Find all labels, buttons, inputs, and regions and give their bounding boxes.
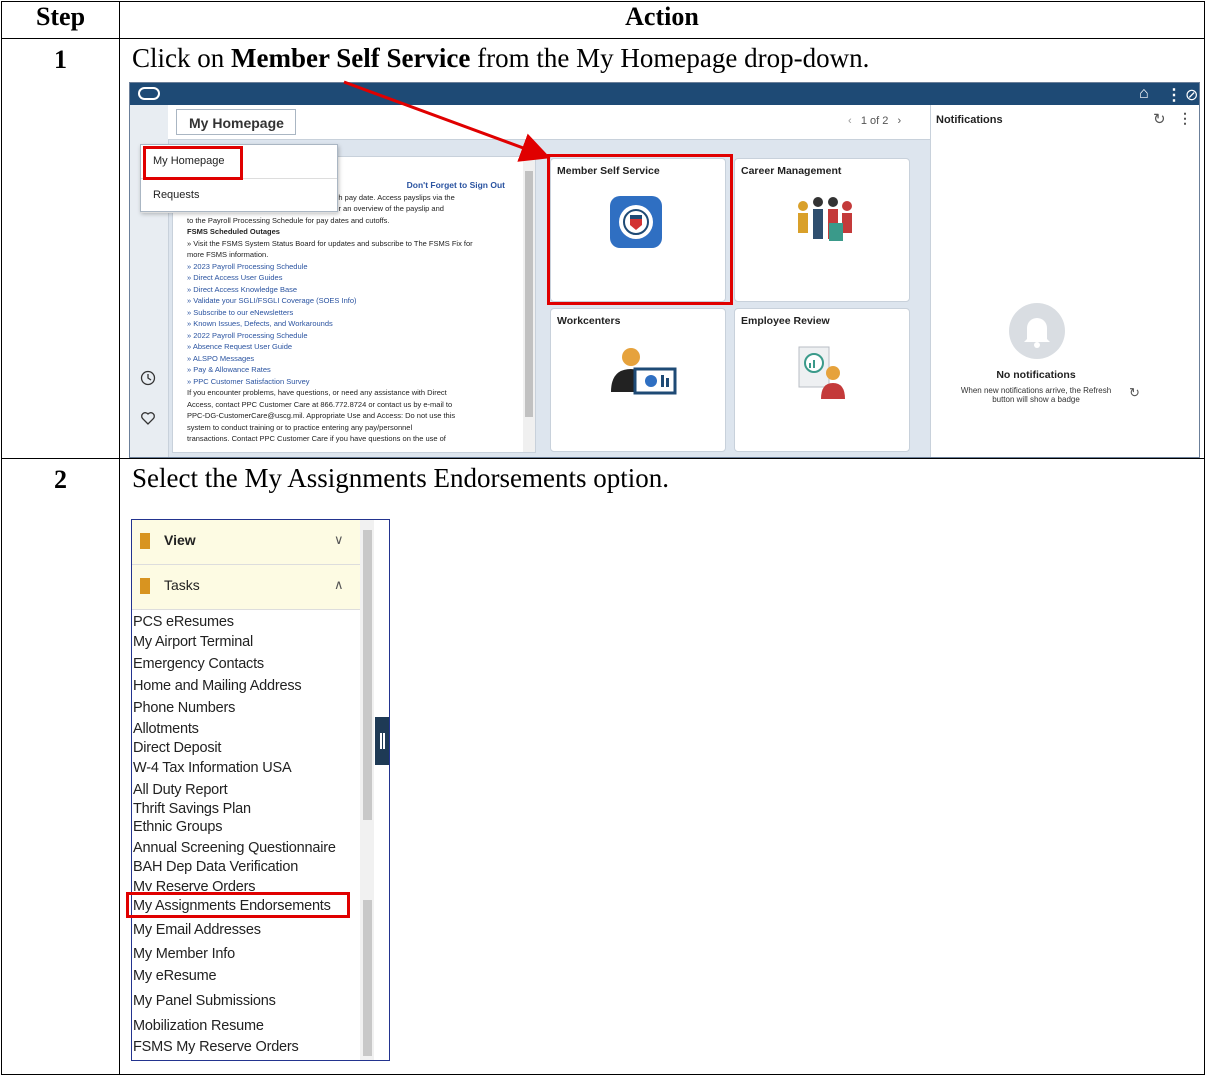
tasks-scrollbar[interactable] (360, 520, 374, 1060)
chevron-down-icon: ∨ (334, 532, 344, 547)
section-tasks[interactable]: Tasks ∧ (132, 565, 360, 610)
collapse-handle[interactable] (375, 717, 389, 765)
task-link[interactable]: My Airport Terminal (133, 634, 253, 650)
highlight-box (126, 892, 350, 918)
task-link[interactable]: Annual Screening Questionnaire (133, 840, 336, 856)
task-link[interactable]: My Email Addresses (133, 922, 261, 938)
folder-icon (140, 533, 150, 549)
task-link[interactable]: Mobilization Resume (133, 1018, 264, 1034)
task-link[interactable]: Phone Numbers (133, 700, 235, 716)
scroll-thumb[interactable] (363, 530, 372, 820)
task-link[interactable]: BAH Dep Data Verification (133, 859, 298, 875)
scroll-thumb[interactable] (363, 900, 372, 1056)
section-label: View (164, 532, 196, 548)
task-link[interactable]: Ethnic Groups (133, 819, 222, 835)
task-link[interactable]: My eResume (133, 968, 217, 984)
tasks-menu-screenshot: View ∨ Tasks ∧ PCS eResumes My Airport T… (131, 519, 390, 1061)
chevron-up-icon: ∧ (334, 577, 344, 592)
section-label: Tasks (164, 577, 200, 593)
task-link[interactable]: Direct Deposit (133, 740, 221, 756)
section-view[interactable]: View ∨ (132, 520, 360, 565)
task-link[interactable]: All Duty Report (133, 782, 228, 798)
dropdown-item-requests[interactable]: Requests (141, 179, 337, 213)
task-link[interactable]: PCS eResumes (133, 614, 234, 630)
task-link[interactable]: My Member Info (133, 946, 235, 962)
task-link[interactable]: FSMS My Reserve Orders (133, 1039, 299, 1055)
task-link[interactable]: Thrift Savings Plan (133, 801, 251, 817)
folder-icon (140, 578, 150, 594)
task-link[interactable]: My Reserve Orders (133, 879, 255, 891)
task-link[interactable]: Home and Mailing Address (133, 678, 302, 694)
task-link[interactable]: W-4 Tax Information USA (133, 760, 292, 776)
annotation-arrow (343, 80, 551, 162)
task-link[interactable]: My Panel Submissions (133, 993, 276, 1009)
task-link[interactable]: Emergency Contacts (133, 656, 264, 672)
task-link[interactable]: Allotments (133, 721, 199, 737)
highlight-box (143, 146, 243, 180)
